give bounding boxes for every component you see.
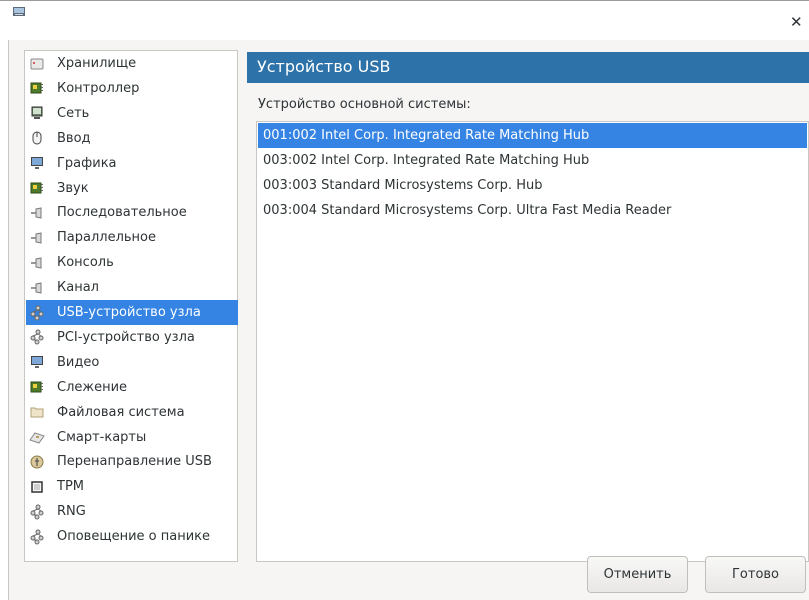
- cancel-button[interactable]: Отменить: [587, 556, 688, 593]
- sidebar-item[interactable]: Консоль: [26, 250, 238, 275]
- plug-icon: [29, 205, 45, 221]
- chip-icon: [29, 379, 45, 395]
- plug-icon: [29, 255, 45, 271]
- sidebar-item-label: Последовательное: [57, 205, 187, 221]
- sidebar-item-label: Ввод: [57, 130, 91, 146]
- chip-icon: [29, 180, 45, 196]
- host-device-list[interactable]: 001:002 Intel Corp. Integrated Rate Matc…: [256, 121, 809, 562]
- sidebar-item[interactable]: Ввод: [26, 126, 238, 151]
- usb-tree-icon: [29, 529, 45, 545]
- section-header: Устройство USB: [247, 52, 809, 83]
- sidebar-item[interactable]: Хранилище: [26, 51, 238, 76]
- sidebar-item-label: Оповещение о панике: [57, 529, 211, 545]
- app-icon: [13, 7, 25, 16]
- sidebar-item[interactable]: TPM: [26, 474, 238, 499]
- sidebar-item-label: RNG: [57, 504, 86, 520]
- sidebar-item[interactable]: Графика: [26, 151, 238, 176]
- sidebar-item[interactable]: Слежение: [26, 375, 238, 400]
- close-icon[interactable]: ✕: [790, 15, 804, 30]
- sidebar-item[interactable]: Файловая система: [26, 400, 238, 425]
- monitor-icon: [29, 155, 45, 171]
- sidebar-item-label: Хранилище: [57, 56, 137, 71]
- sidebar-item[interactable]: RNG: [26, 499, 238, 524]
- device-row[interactable]: 003:003 Standard Microsystems Corp. Hub: [258, 173, 807, 198]
- sidebar-item[interactable]: Последовательное: [26, 200, 238, 225]
- sidebar-item-label: Перенаправление USB: [57, 454, 212, 470]
- title-bar: ✕: [0, 0, 809, 40]
- sidebar-item[interactable]: Звук: [26, 176, 238, 201]
- sidebar-item[interactable]: PCI-устройство узла: [26, 325, 238, 350]
- chip-icon: [29, 80, 45, 96]
- sidebar-item-label: Контроллер: [57, 80, 140, 96]
- sidebar-item[interactable]: Сеть: [26, 101, 238, 126]
- done-button[interactable]: Готово: [705, 556, 806, 593]
- sidebar-item[interactable]: Видео: [26, 350, 238, 375]
- mouse-icon: [29, 130, 45, 146]
- usb-tree-icon: [29, 329, 45, 345]
- sidebar-item[interactable]: Контроллер: [26, 76, 238, 101]
- sidebar-item-label: Сеть: [57, 105, 90, 121]
- sidebar-item-label: Звук: [57, 180, 89, 196]
- hardware-type-list[interactable]: Хранилище Контроллер Сеть Ввод Графика Звук По…: [24, 50, 238, 562]
- device-row[interactable]: 001:002 Intel Corp. Integrated Rate Matc…: [258, 123, 807, 148]
- sidebar-item[interactable]: Смарт-карты: [26, 425, 238, 450]
- usb-tree-icon: [29, 504, 45, 520]
- disk-icon: [29, 56, 45, 72]
- plug-icon: [29, 230, 45, 246]
- monitor-icon: [29, 354, 45, 370]
- section-title: Устройство USB: [257, 57, 391, 76]
- folder-icon: [29, 404, 45, 420]
- sidebar-item-label: Видео: [57, 354, 100, 370]
- sidebar-item-label: Параллельное: [57, 230, 156, 246]
- usb-tree-icon: [29, 305, 45, 321]
- device-row[interactable]: 003:002 Intel Corp. Integrated Rate Matc…: [258, 148, 807, 173]
- sidebar-item[interactable]: Оповещение о панике: [26, 524, 238, 549]
- sidebar-item-label: Файловая система: [57, 404, 185, 420]
- usb-redirect-icon: [29, 454, 45, 470]
- sidebar-item-label: Слежение: [57, 379, 128, 395]
- sidebar-item-label: Консоль: [57, 255, 114, 271]
- sidebar-item-label: Графика: [57, 155, 117, 171]
- plug-icon: [29, 280, 45, 296]
- sidebar-item-label: Смарт-карты: [57, 429, 147, 445]
- sidebar-item[interactable]: Перенаправление USB: [26, 449, 238, 474]
- sidebar-item[interactable]: USB-устройство узла: [26, 300, 238, 325]
- network-icon: [29, 105, 45, 121]
- sidebar-item-label: TPM: [57, 479, 84, 495]
- sidebar-item[interactable]: Параллельное: [26, 225, 238, 250]
- cpu-icon: [29, 479, 45, 495]
- sidebar-item-label: PCI-устройство узла: [57, 329, 195, 345]
- sidebar-item-label: Канал: [57, 280, 99, 296]
- sidebar-item-label: USB-устройство узла: [57, 305, 201, 320]
- device-row[interactable]: 003:004 Standard Microsystems Corp. Ultr…: [258, 198, 807, 223]
- smartcard-icon: [29, 429, 45, 445]
- sidebar-item[interactable]: Канал: [26, 275, 238, 300]
- host-device-label: Устройство основной системы:: [258, 97, 471, 112]
- dialog-content: Хранилище Контроллер Сеть Ввод Графика Звук По…: [8, 40, 809, 600]
